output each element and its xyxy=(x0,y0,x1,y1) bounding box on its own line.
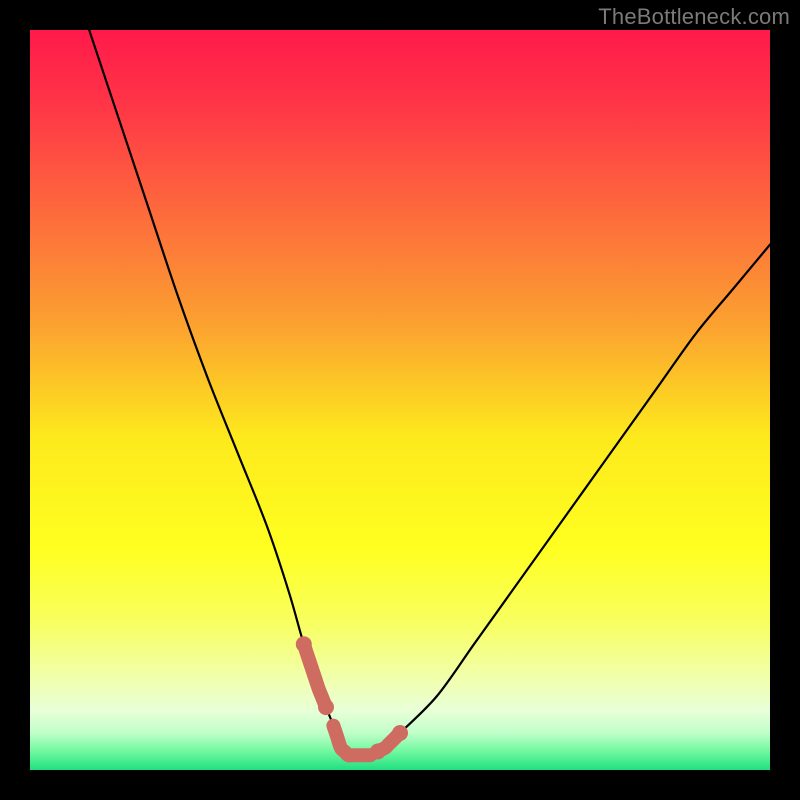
watermark-text: TheBottleneck.com xyxy=(598,4,790,30)
highlight-cap xyxy=(318,699,334,715)
bottleneck-curve xyxy=(89,30,770,756)
chart-frame: TheBottleneck.com xyxy=(0,0,800,800)
highlight-segment-floor xyxy=(333,726,370,756)
highlight-cap xyxy=(296,636,312,652)
curve-layer xyxy=(30,30,770,770)
plot-area xyxy=(30,30,770,770)
highlight-cap xyxy=(370,744,386,760)
highlight-segment-left xyxy=(304,644,326,707)
highlight-cap xyxy=(392,725,408,741)
